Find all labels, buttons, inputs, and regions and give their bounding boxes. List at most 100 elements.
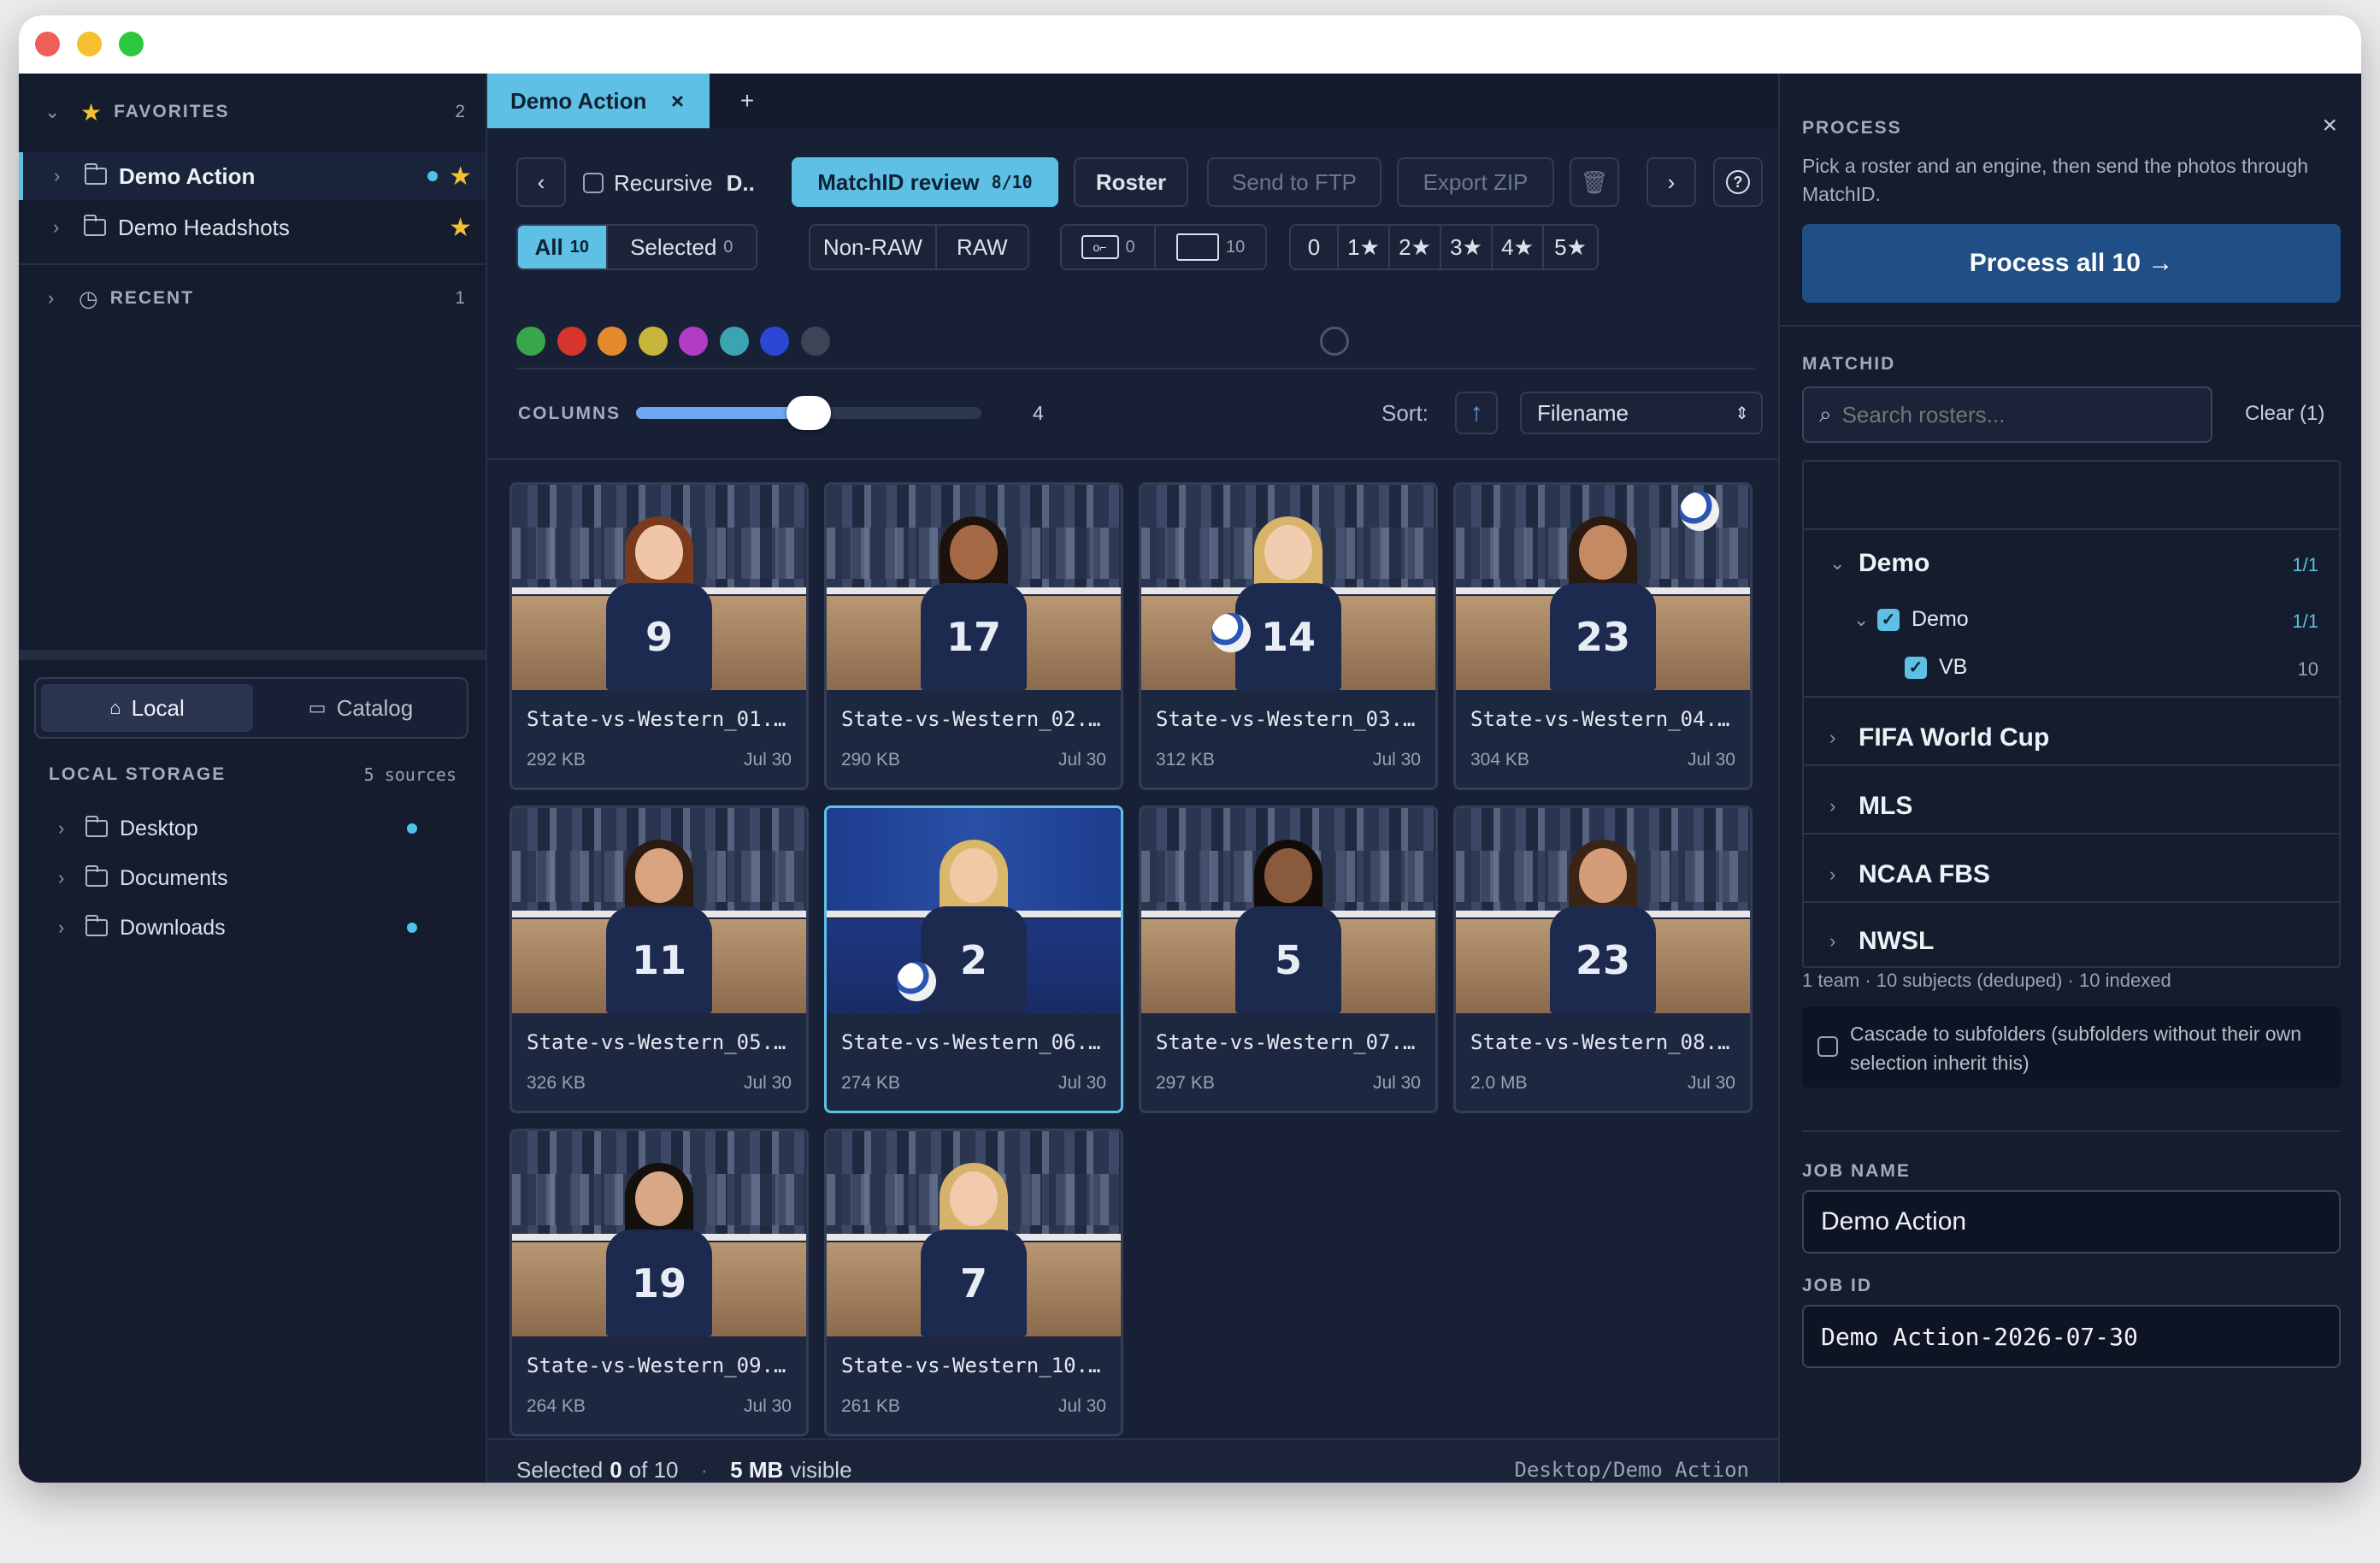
- sidebar-item-documents[interactable]: › Documents: [19, 855, 486, 901]
- color-label-swatch[interactable]: [719, 327, 749, 356]
- favorites-header[interactable]: ⌄ ★ FAVORITES 2: [19, 89, 486, 135]
- sort-label: Sort:: [1381, 400, 1429, 426]
- matchid-review-count: 8/10: [991, 172, 1033, 192]
- status-dot: [407, 923, 417, 933]
- color-label-swatch[interactable]: [679, 327, 708, 356]
- job-id-label: JOB ID: [1802, 1276, 1873, 1295]
- status-selected-count: 0: [610, 1456, 622, 1483]
- star-icon[interactable]: ★: [449, 162, 472, 192]
- photo-card[interactable]: 23 State-vs-Western_08.… 2.0 MB Jul 30: [1453, 805, 1753, 1113]
- photo-card[interactable]: 14 State-vs-Western_03.… 312 KB Jul 30: [1139, 482, 1438, 790]
- minimize-window-button[interactable]: [77, 32, 102, 56]
- rating-1[interactable]: 1★: [1339, 226, 1390, 268]
- color-label-swatch[interactable]: [760, 327, 789, 356]
- status-path: Desktop/Demo Action: [1514, 1458, 1749, 1482]
- file-name: State-vs-Western_05.…: [527, 1030, 786, 1054]
- tree-item-mls[interactable]: › MLS: [1829, 792, 1912, 821]
- rating-3[interactable]: 3★: [1441, 226, 1493, 268]
- matchid-label: MATCHID: [1802, 354, 1896, 374]
- local-storage-label: LOCAL STORAGE: [49, 764, 227, 784]
- color-label-swatch[interactable]: [638, 327, 668, 356]
- rating-4[interactable]: 4★: [1493, 226, 1544, 268]
- color-label-swatch[interactable]: [800, 327, 830, 356]
- send-ftp-button[interactable]: Send to FTP: [1207, 157, 1381, 207]
- sidebar-item-label: Documents: [120, 865, 228, 890]
- clear-button[interactable]: Clear (1): [2245, 402, 2324, 426]
- sidebar-item-demo-action[interactable]: › Demo Action ★: [19, 152, 486, 200]
- cascade-checkbox[interactable]: [1817, 1036, 1838, 1057]
- photo-card[interactable]: 19 State-vs-Western_09.… 264 KB Jul 30: [510, 1129, 809, 1436]
- tab-local[interactable]: ⌂ Local: [41, 684, 253, 732]
- star-icon[interactable]: ★: [449, 213, 472, 243]
- file-name: State-vs-Western_10.…: [841, 1354, 1101, 1377]
- roster-button[interactable]: Roster: [1074, 157, 1188, 207]
- tab-demo-action[interactable]: Demo Action ×: [487, 74, 710, 128]
- cascade-option[interactable]: Cascade to subfolders (subfolders withou…: [1802, 1007, 2341, 1088]
- sidebar-item-desktop[interactable]: › Desktop: [19, 805, 486, 852]
- job-id-input[interactable]: [1802, 1305, 2341, 1368]
- close-window-button[interactable]: [35, 32, 60, 56]
- zoom-window-button[interactable]: [119, 32, 144, 56]
- tree-item-fifa[interactable]: › FIFA World Cup: [1829, 723, 2049, 752]
- volleyball: [1680, 492, 1719, 531]
- columns-slider[interactable]: [636, 396, 981, 430]
- recursive-checkbox[interactable]: [583, 173, 604, 193]
- rating-5[interactable]: 5★: [1544, 226, 1597, 268]
- tree-item-ncaa-fbs[interactable]: › NCAA FBS: [1829, 860, 1990, 889]
- color-label-swatch[interactable]: [557, 327, 586, 356]
- photo-card[interactable]: 7 State-vs-Western_10.… 261 KB Jul 30: [824, 1129, 1123, 1436]
- roster-search-input[interactable]: ⌕: [1802, 386, 2212, 443]
- sort-direction-button[interactable]: ↑: [1455, 392, 1498, 434]
- columns-slider-handle[interactable]: [786, 396, 831, 430]
- filter-selected-count: 0: [723, 237, 733, 257]
- filter-frames[interactable]: 10: [1156, 226, 1265, 268]
- sort-select[interactable]: Filename ⇕: [1520, 392, 1763, 434]
- trash-icon[interactable]: 🗑: [1570, 157, 1619, 207]
- back-button[interactable]: ‹: [516, 157, 566, 207]
- matchid-review-button[interactable]: MatchID review 8/10: [792, 157, 1058, 207]
- pane-splitter[interactable]: [19, 650, 486, 660]
- new-tab-button[interactable]: +: [728, 82, 766, 120]
- recursive-toggle[interactable]: Recursive D..: [583, 168, 755, 198]
- color-label-swatch[interactable]: [598, 327, 627, 356]
- checkbox-checked[interactable]: ✓: [1905, 656, 1927, 679]
- tree-item-demo-child[interactable]: ⌄ ✓ Demo: [1853, 607, 1969, 632]
- photo-card[interactable]: 2 State-vs-Western_06.… 274 KB Jul 30: [824, 805, 1123, 1113]
- close-icon[interactable]: ×: [2322, 111, 2337, 140]
- tree-item-nwsl[interactable]: › NWSL: [1829, 927, 1934, 956]
- job-name-input[interactable]: [1802, 1190, 2341, 1253]
- file-date: Jul 30: [1057, 1073, 1106, 1093]
- file-date: Jul 30: [743, 1396, 792, 1416]
- photo-card[interactable]: 5 State-vs-Western_07.… 297 KB Jul 30: [1139, 805, 1438, 1113]
- filter-all-count: 10: [569, 237, 589, 257]
- filter-all[interactable]: All 10: [518, 226, 608, 268]
- roster-search-field[interactable]: [1841, 401, 2184, 428]
- sidebar-item-downloads[interactable]: › Downloads: [19, 905, 486, 951]
- process-all-button[interactable]: Process all 10 →: [1802, 224, 2341, 303]
- checkbox-checked[interactable]: ✓: [1877, 608, 1900, 631]
- filter-keys[interactable]: o⌐ 0: [1062, 226, 1157, 268]
- color-label-swatch[interactable]: [516, 327, 545, 356]
- sidebar-item-demo-headshots[interactable]: › Demo Headshots ★: [19, 203, 486, 251]
- recent-header[interactable]: › ◷ RECENT 1: [19, 275, 486, 321]
- forward-button[interactable]: ›: [1647, 157, 1696, 207]
- tab-catalog[interactable]: ▭ Catalog: [256, 684, 465, 732]
- tree-item-vb[interactable]: ✓ VB: [1905, 655, 1967, 680]
- close-icon[interactable]: ×: [671, 88, 684, 115]
- photo-card[interactable]: 23 State-vs-Western_04.… 304 KB Jul 30: [1453, 482, 1753, 790]
- tree-item-demo[interactable]: ⌄ Demo: [1829, 549, 1929, 578]
- folder-icon: [85, 816, 108, 837]
- export-zip-button[interactable]: Export ZIP: [1397, 157, 1554, 207]
- rating-0[interactable]: 0: [1291, 226, 1339, 268]
- filter-selected[interactable]: Selected 0: [608, 226, 756, 268]
- rating-2[interactable]: 2★: [1390, 226, 1441, 268]
- photo-card[interactable]: 17 State-vs-Western_02.… 290 KB Jul 30: [824, 482, 1123, 790]
- sort-select-value: Filename: [1537, 399, 1629, 426]
- photo-card[interactable]: 9 State-vs-Western_01.… 292 KB Jul 30: [510, 482, 809, 790]
- filter-nonraw[interactable]: Non-RAW: [810, 226, 937, 268]
- photo-card[interactable]: 11 State-vs-Western_05.… 326 KB Jul 30: [510, 805, 809, 1113]
- filter-raw[interactable]: RAW: [937, 226, 1028, 268]
- help-icon[interactable]: ?: [1713, 157, 1763, 207]
- color-label-none[interactable]: [1320, 327, 1349, 356]
- cascade-label: Cascade to subfolders (subfolders withou…: [1850, 1023, 2302, 1074]
